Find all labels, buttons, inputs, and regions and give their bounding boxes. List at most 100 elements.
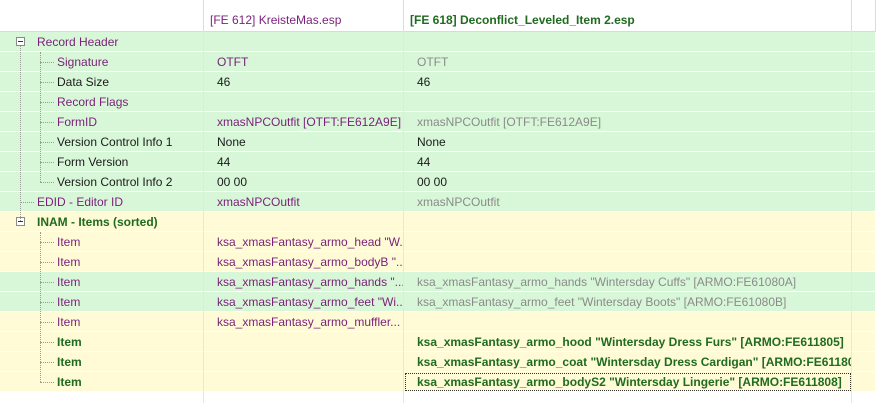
value-cell-a[interactable]: ksa_xmasFantasy_armo_muffler...: [204, 312, 404, 332]
value-cell-b[interactable]: [404, 32, 852, 52]
column-divider[interactable]: [403, 31, 404, 403]
tree-line: [40, 142, 54, 143]
value-cell-a[interactable]: [204, 212, 404, 232]
field-name-cell: INAM - Items (sorted): [0, 212, 204, 232]
value-cell-a[interactable]: OTFT: [204, 52, 404, 72]
tree-line: [40, 282, 54, 283]
tree-row[interactable]: Data Size 46 46: [0, 72, 876, 92]
tree-row[interactable]: Record Flags: [0, 92, 876, 112]
tree-line: [40, 62, 54, 63]
tree-line: [40, 102, 54, 103]
field-label: Item: [57, 335, 82, 349]
field-label: Version Control Info 2: [57, 175, 173, 189]
tree-line: [20, 202, 34, 203]
value-cell-a[interactable]: 44: [204, 152, 404, 172]
tree-row[interactable]: Signature OTFT OTFT: [0, 52, 876, 72]
value-cell-b[interactable]: xmasNPCOutfit: [404, 192, 852, 212]
value-cell-b[interactable]: ksa_xmasFantasy_armo_feet "Wintersday Bo…: [404, 292, 852, 312]
value-cell-a[interactable]: ksa_xmasFantasy_armo_hands "...: [204, 272, 404, 292]
column-header-row: [FE 612] KreisteMas.esp [FE 618] Deconfl…: [0, 0, 876, 32]
field-name-cell: Version Control Info 1: [0, 132, 204, 152]
value-cell-a[interactable]: ksa_xmasFantasy_armo_bodyB "...: [204, 252, 404, 272]
value-cell-b[interactable]: ksa_xmasFantasy_armo_bodyS2 "Wintersday …: [404, 372, 852, 392]
value-cell-a[interactable]: [204, 352, 404, 372]
value-cell-b[interactable]: 00 00: [404, 172, 852, 192]
tree-row[interactable]: Item ksa_xmasFantasy_armo_bodyB "...: [0, 252, 876, 272]
field-label: FormID: [57, 115, 97, 129]
column-divider[interactable]: [851, 31, 852, 403]
value-cell-a[interactable]: xmasNPCOutfit: [204, 192, 404, 212]
value-cell-b[interactable]: None: [404, 132, 852, 152]
value-cell-a[interactable]: ksa_xmasFantasy_armo_feet "Wi...: [204, 292, 404, 312]
value-cell-a[interactable]: xmasNPCOutfit [OTFT:FE612A9E]: [204, 112, 404, 132]
tree-line: [40, 342, 54, 343]
tree-line: [40, 362, 54, 363]
field-label: Item: [57, 315, 81, 329]
tree-line: [40, 162, 54, 163]
tree-row[interactable]: Item ksa_xmasFantasy_armo_feet "Wi... ks…: [0, 292, 876, 312]
field-name-cell: Item: [0, 332, 204, 352]
tree-row[interactable]: Record Header: [0, 32, 876, 52]
value-cell-a[interactable]: 46: [204, 72, 404, 92]
field-name-cell: Version Control Info 2: [0, 172, 204, 192]
value-cell-a[interactable]: ksa_xmasFantasy_armo_head "W...: [204, 232, 404, 252]
column-header-empty[interactable]: [0, 0, 204, 31]
value-cell-b[interactable]: 44: [404, 152, 852, 172]
value-cell-b[interactable]: [404, 312, 852, 332]
field-label: INAM - Items (sorted): [37, 215, 158, 229]
value-cell-a[interactable]: [204, 332, 404, 352]
value-cell-a[interactable]: [204, 92, 404, 112]
tree-line: [40, 122, 54, 123]
tree-row[interactable]: Item ksa_xmasFantasy_armo_hands "... ksa…: [0, 272, 876, 292]
field-name-cell: Record Header: [0, 32, 204, 52]
value-cell-b[interactable]: OTFT: [404, 52, 852, 72]
tree-row[interactable]: INAM - Items (sorted): [0, 212, 876, 232]
field-name-cell: Data Size: [0, 72, 204, 92]
column-divider[interactable]: [203, 31, 204, 403]
field-label: Item: [57, 235, 81, 249]
value-cell-b[interactable]: [404, 92, 852, 112]
value-cell-a[interactable]: [204, 372, 404, 392]
field-name-cell: Item: [0, 372, 204, 392]
tree-line: [40, 242, 54, 243]
field-label: Item: [57, 355, 82, 369]
field-label: EDID - Editor ID: [37, 195, 124, 209]
field-label: Item: [57, 255, 81, 269]
tree-row[interactable]: FormID xmasNPCOutfit [OTFT:FE612A9E] xma…: [0, 112, 876, 132]
value-cell-a[interactable]: [204, 32, 404, 52]
value-cell-a[interactable]: None: [204, 132, 404, 152]
value-cell-b[interactable]: ksa_xmasFantasy_armo_coat "Wintersday Dr…: [404, 352, 852, 372]
tree-line: [40, 182, 54, 183]
field-label: Record Header: [37, 35, 119, 49]
value-cell-a[interactable]: 00 00: [204, 172, 404, 192]
value-cell-b[interactable]: xmasNPCOutfit [OTFT:FE612A9E]: [404, 112, 852, 132]
value-cell-b[interactable]: ksa_xmasFantasy_armo_hands "Wintersday C…: [404, 272, 852, 292]
tree-row[interactable]: Item ksa_xmasFantasy_armo_muffler...: [0, 312, 876, 332]
tree-row[interactable]: Item ksa_xmasFantasy_armo_head "W...: [0, 232, 876, 252]
column-header-file-b[interactable]: [FE 618] Deconflict_Leveled_Item 2.esp: [404, 0, 852, 31]
tree-line: [40, 382, 54, 383]
value-cell-b[interactable]: [404, 232, 852, 252]
collapse-icon[interactable]: [16, 37, 25, 46]
column-header-file-a[interactable]: [FE 612] KreisteMas.esp: [204, 0, 404, 31]
tree-row[interactable]: Item ksa_xmasFantasy_armo_hood "Wintersd…: [0, 332, 876, 352]
tree-line: [40, 232, 41, 382]
tree-row[interactable]: Form Version 44 44: [0, 152, 876, 172]
tree-row[interactable]: Version Control Info 2 00 00 00 00: [0, 172, 876, 192]
tree-row[interactable]: Version Control Info 1 None None: [0, 132, 876, 152]
value-cell-b[interactable]: 46: [404, 72, 852, 92]
field-label: Item: [57, 375, 82, 389]
tree-line: [40, 302, 54, 303]
value-cell-b[interactable]: [404, 252, 852, 272]
tree-row[interactable]: EDID - Editor ID xmasNPCOutfit xmasNPCOu…: [0, 192, 876, 212]
tree-line: [40, 322, 54, 323]
value-cell-b[interactable]: [404, 212, 852, 232]
field-name-cell: Signature: [0, 52, 204, 72]
tree-row[interactable]: Item ksa_xmasFantasy_armo_bodyS2 "Winter…: [0, 372, 876, 392]
tree-row[interactable]: Item ksa_xmasFantasy_armo_coat "Wintersd…: [0, 352, 876, 372]
field-label: Version Control Info 1: [57, 135, 173, 149]
tree-line: [40, 82, 54, 83]
field-label: Form Version: [57, 155, 129, 169]
value-cell-b[interactable]: ksa_xmasFantasy_armo_hood "Wintersday Dr…: [404, 332, 852, 352]
field-name-cell: FormID: [0, 112, 204, 132]
